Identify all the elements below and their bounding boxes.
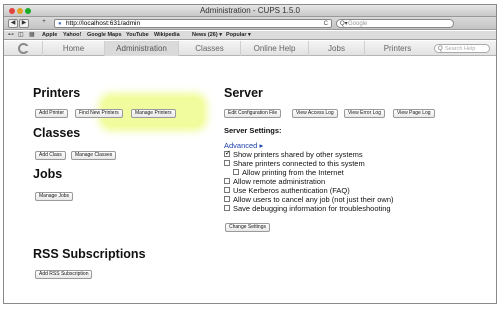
browser-search-field[interactable]: Q▾ Google xyxy=(336,19,454,28)
reading-list-icon[interactable]: ⊷ xyxy=(8,32,14,39)
option-allow-internet-printing[interactable]: Allow printing from the Internet xyxy=(233,168,344,177)
plus-icon: + xyxy=(42,19,46,25)
add-class-button[interactable]: Add Class xyxy=(35,151,66,160)
checkbox[interactable] xyxy=(224,149,231,158)
option-show-shared-printers[interactable]: Show printers shared by other systems xyxy=(224,149,363,159)
option-allow-remote-admin[interactable]: Allow remote administration xyxy=(224,177,325,186)
grid-icon[interactable]: ▦ xyxy=(29,32,35,39)
jobs-heading: Jobs xyxy=(33,167,63,181)
back-button[interactable]: ◀ xyxy=(8,19,18,28)
checkbox[interactable] xyxy=(233,169,239,175)
server-settings-label: Server Settings: xyxy=(224,126,282,135)
bookmark-youtube[interactable]: YouTube xyxy=(126,32,149,39)
search-icon: Q▾ xyxy=(340,21,348,27)
server-heading: Server xyxy=(224,86,263,100)
manage-classes-button[interactable]: Manage Classes xyxy=(71,151,117,160)
add-printer-button[interactable]: Add Printer xyxy=(35,109,69,118)
browser-toolbar: ◀ ▶ + ● http://localhost:631/admin C Q▾ … xyxy=(4,17,496,30)
url-text: http://localhost:631/admin xyxy=(66,20,141,27)
printers-heading: Printers xyxy=(33,86,81,100)
checkbox[interactable] xyxy=(224,187,230,193)
forward-arrow-icon: ▶ xyxy=(21,20,27,26)
manage-jobs-button[interactable]: Manage Jobs xyxy=(35,192,74,201)
rss-subscriptions-heading: RSS Subscriptions xyxy=(33,247,146,261)
checkbox[interactable] xyxy=(224,178,230,184)
classes-heading: Classes xyxy=(33,126,81,140)
bookmarks-bar: ⊷ ◫ ▦ Apple Yahoo! Google Maps YouTube W… xyxy=(4,31,496,40)
change-settings-button[interactable]: Change Settings xyxy=(225,223,270,232)
cups-logo-icon[interactable] xyxy=(18,43,29,54)
option-use-kerberos[interactable]: Use Kerberos authentication (FAQ) xyxy=(224,186,350,195)
edit-configuration-file-button[interactable]: Edit Configuration File xyxy=(224,109,282,118)
tab-classes[interactable]: Classes xyxy=(178,41,240,56)
forward-button[interactable]: ▶ xyxy=(19,19,29,28)
help-search-placeholder: Search Help xyxy=(445,46,476,52)
search-icon: Q xyxy=(438,46,443,52)
find-new-printers-button[interactable]: Find New Printers xyxy=(75,109,123,118)
checkbox[interactable] xyxy=(224,205,230,211)
help-search-field[interactable]: Q Search Help xyxy=(434,44,490,53)
checkbox[interactable] xyxy=(224,160,230,166)
view-access-log-button[interactable]: View Access Log xyxy=(292,109,338,118)
bookmark-google-maps[interactable]: Google Maps xyxy=(87,32,122,39)
globe-icon: ● xyxy=(58,21,62,27)
search-placeholder: Google xyxy=(348,21,368,27)
manage-printers-button[interactable]: Manage Printers xyxy=(131,109,176,118)
tab-printers[interactable]: Printers xyxy=(364,41,430,56)
view-page-log-button[interactable]: View Page Log xyxy=(393,109,435,118)
checkbox[interactable] xyxy=(224,196,230,202)
option-users-cancel-any-job[interactable]: Allow users to cancel any job (not just … xyxy=(224,195,394,204)
option-save-debugging[interactable]: Save debugging information for troublesh… xyxy=(224,204,391,213)
bookmark-wikipedia[interactable]: Wikipedia xyxy=(154,32,180,39)
tab-online-help[interactable]: Online Help xyxy=(240,41,308,56)
book-icon[interactable]: ◫ xyxy=(18,32,24,39)
bookmark-news[interactable]: News (26) ▾ xyxy=(192,32,222,39)
cups-navigation: Home Administration Classes Online Help … xyxy=(4,41,496,56)
window-title: Administration - CUPS 1.5.0 xyxy=(199,6,301,15)
back-arrow-icon: ◀ xyxy=(10,20,16,26)
title-bar: Administration - CUPS 1.5.0 xyxy=(4,5,496,17)
tab-jobs[interactable]: Jobs xyxy=(308,41,364,56)
tab-administration[interactable]: Administration xyxy=(104,41,178,56)
add-bookmark-button[interactable]: + xyxy=(39,19,49,28)
address-bar[interactable]: ● http://localhost:631/admin C xyxy=(54,19,332,28)
option-share-printers[interactable]: Share printers connected to this system xyxy=(224,159,365,168)
tab-home[interactable]: Home xyxy=(42,41,104,56)
reload-icon[interactable]: C xyxy=(324,20,328,28)
add-rss-subscription-button[interactable]: Add RSS Subscription xyxy=(35,270,93,279)
view-error-log-button[interactable]: View Error Log xyxy=(344,109,385,118)
bookmark-popular[interactable]: Popular ▾ xyxy=(226,32,251,39)
bookmark-yahoo[interactable]: Yahoo! xyxy=(63,32,81,39)
bookmark-apple[interactable]: Apple xyxy=(42,32,57,39)
